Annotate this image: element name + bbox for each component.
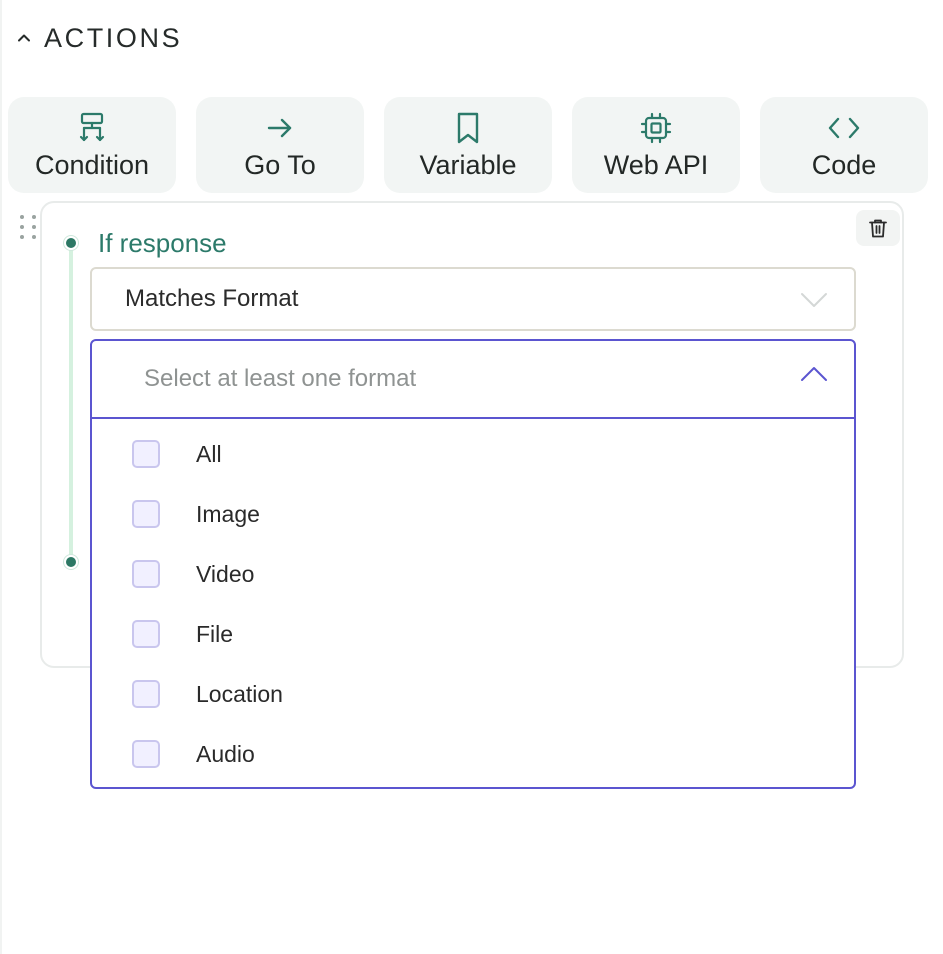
checkbox[interactable] <box>132 620 160 648</box>
condition-action-button[interactable]: Condition <box>8 97 176 193</box>
checkbox[interactable] <box>132 560 160 588</box>
format-option-image[interactable]: Image <box>132 494 260 534</box>
condition-action-label: Condition <box>34 150 150 180</box>
format-option-audio[interactable]: Audio <box>132 734 255 774</box>
chevron-down-icon <box>801 293 827 307</box>
code-action-label: Code <box>811 150 877 180</box>
option-label: Audio <box>196 740 255 767</box>
format-option-file[interactable]: File <box>132 614 233 654</box>
timeline-dot-end <box>64 555 78 569</box>
option-label: All <box>196 440 222 467</box>
operator-select-value: Matches Format <box>125 285 299 312</box>
format-option-all[interactable]: All <box>132 434 222 474</box>
operator-select[interactable]: Matches Format <box>90 267 856 331</box>
format-option-video[interactable]: Video <box>132 554 254 594</box>
section-title: ACTIONS <box>44 22 183 53</box>
timeline-connector <box>69 244 73 562</box>
actions-section-toggle[interactable]: ACTIONS <box>16 20 182 56</box>
arrow-right-icon <box>262 110 298 146</box>
checkbox[interactable] <box>132 440 160 468</box>
timeline-dot-start <box>64 236 78 250</box>
checkbox[interactable] <box>132 500 160 528</box>
webapi-action-label: Web API <box>603 150 709 180</box>
trash-icon <box>869 219 887 238</box>
option-label: Image <box>196 500 260 527</box>
delete-button[interactable] <box>856 210 900 246</box>
condition-icon <box>74 110 110 146</box>
goto-action-button[interactable]: Go To <box>196 97 364 193</box>
format-option-location[interactable]: Location <box>132 674 283 714</box>
option-label: File <box>196 620 234 647</box>
chevron-up-icon <box>18 34 30 42</box>
actions-toolbar: Condition Go To Variable Web API Code <box>8 97 928 193</box>
bookmark-icon <box>450 110 486 146</box>
option-label: Video <box>196 560 255 587</box>
code-action-button[interactable]: Code <box>760 97 928 193</box>
chip-icon <box>638 110 674 146</box>
checkbox[interactable] <box>132 680 160 708</box>
panel-edge <box>0 0 2 954</box>
variable-action-button[interactable]: Variable <box>384 97 552 193</box>
variable-action-label: Variable <box>419 150 517 180</box>
webapi-action-button[interactable]: Web API <box>572 97 740 193</box>
format-multiselect: Select at least one format All Image Vid… <box>90 339 856 789</box>
option-label: Location <box>196 680 283 707</box>
goto-action-label: Go To <box>244 150 316 180</box>
format-placeholder: Select at least one format <box>144 365 417 392</box>
condition-label: If response <box>98 228 227 258</box>
checkbox[interactable] <box>132 740 160 768</box>
chevron-up-icon[interactable] <box>800 365 828 383</box>
drag-handle-icon[interactable] <box>20 214 38 240</box>
format-search-input[interactable]: Select at least one format <box>92 341 854 419</box>
code-icon <box>826 110 862 146</box>
